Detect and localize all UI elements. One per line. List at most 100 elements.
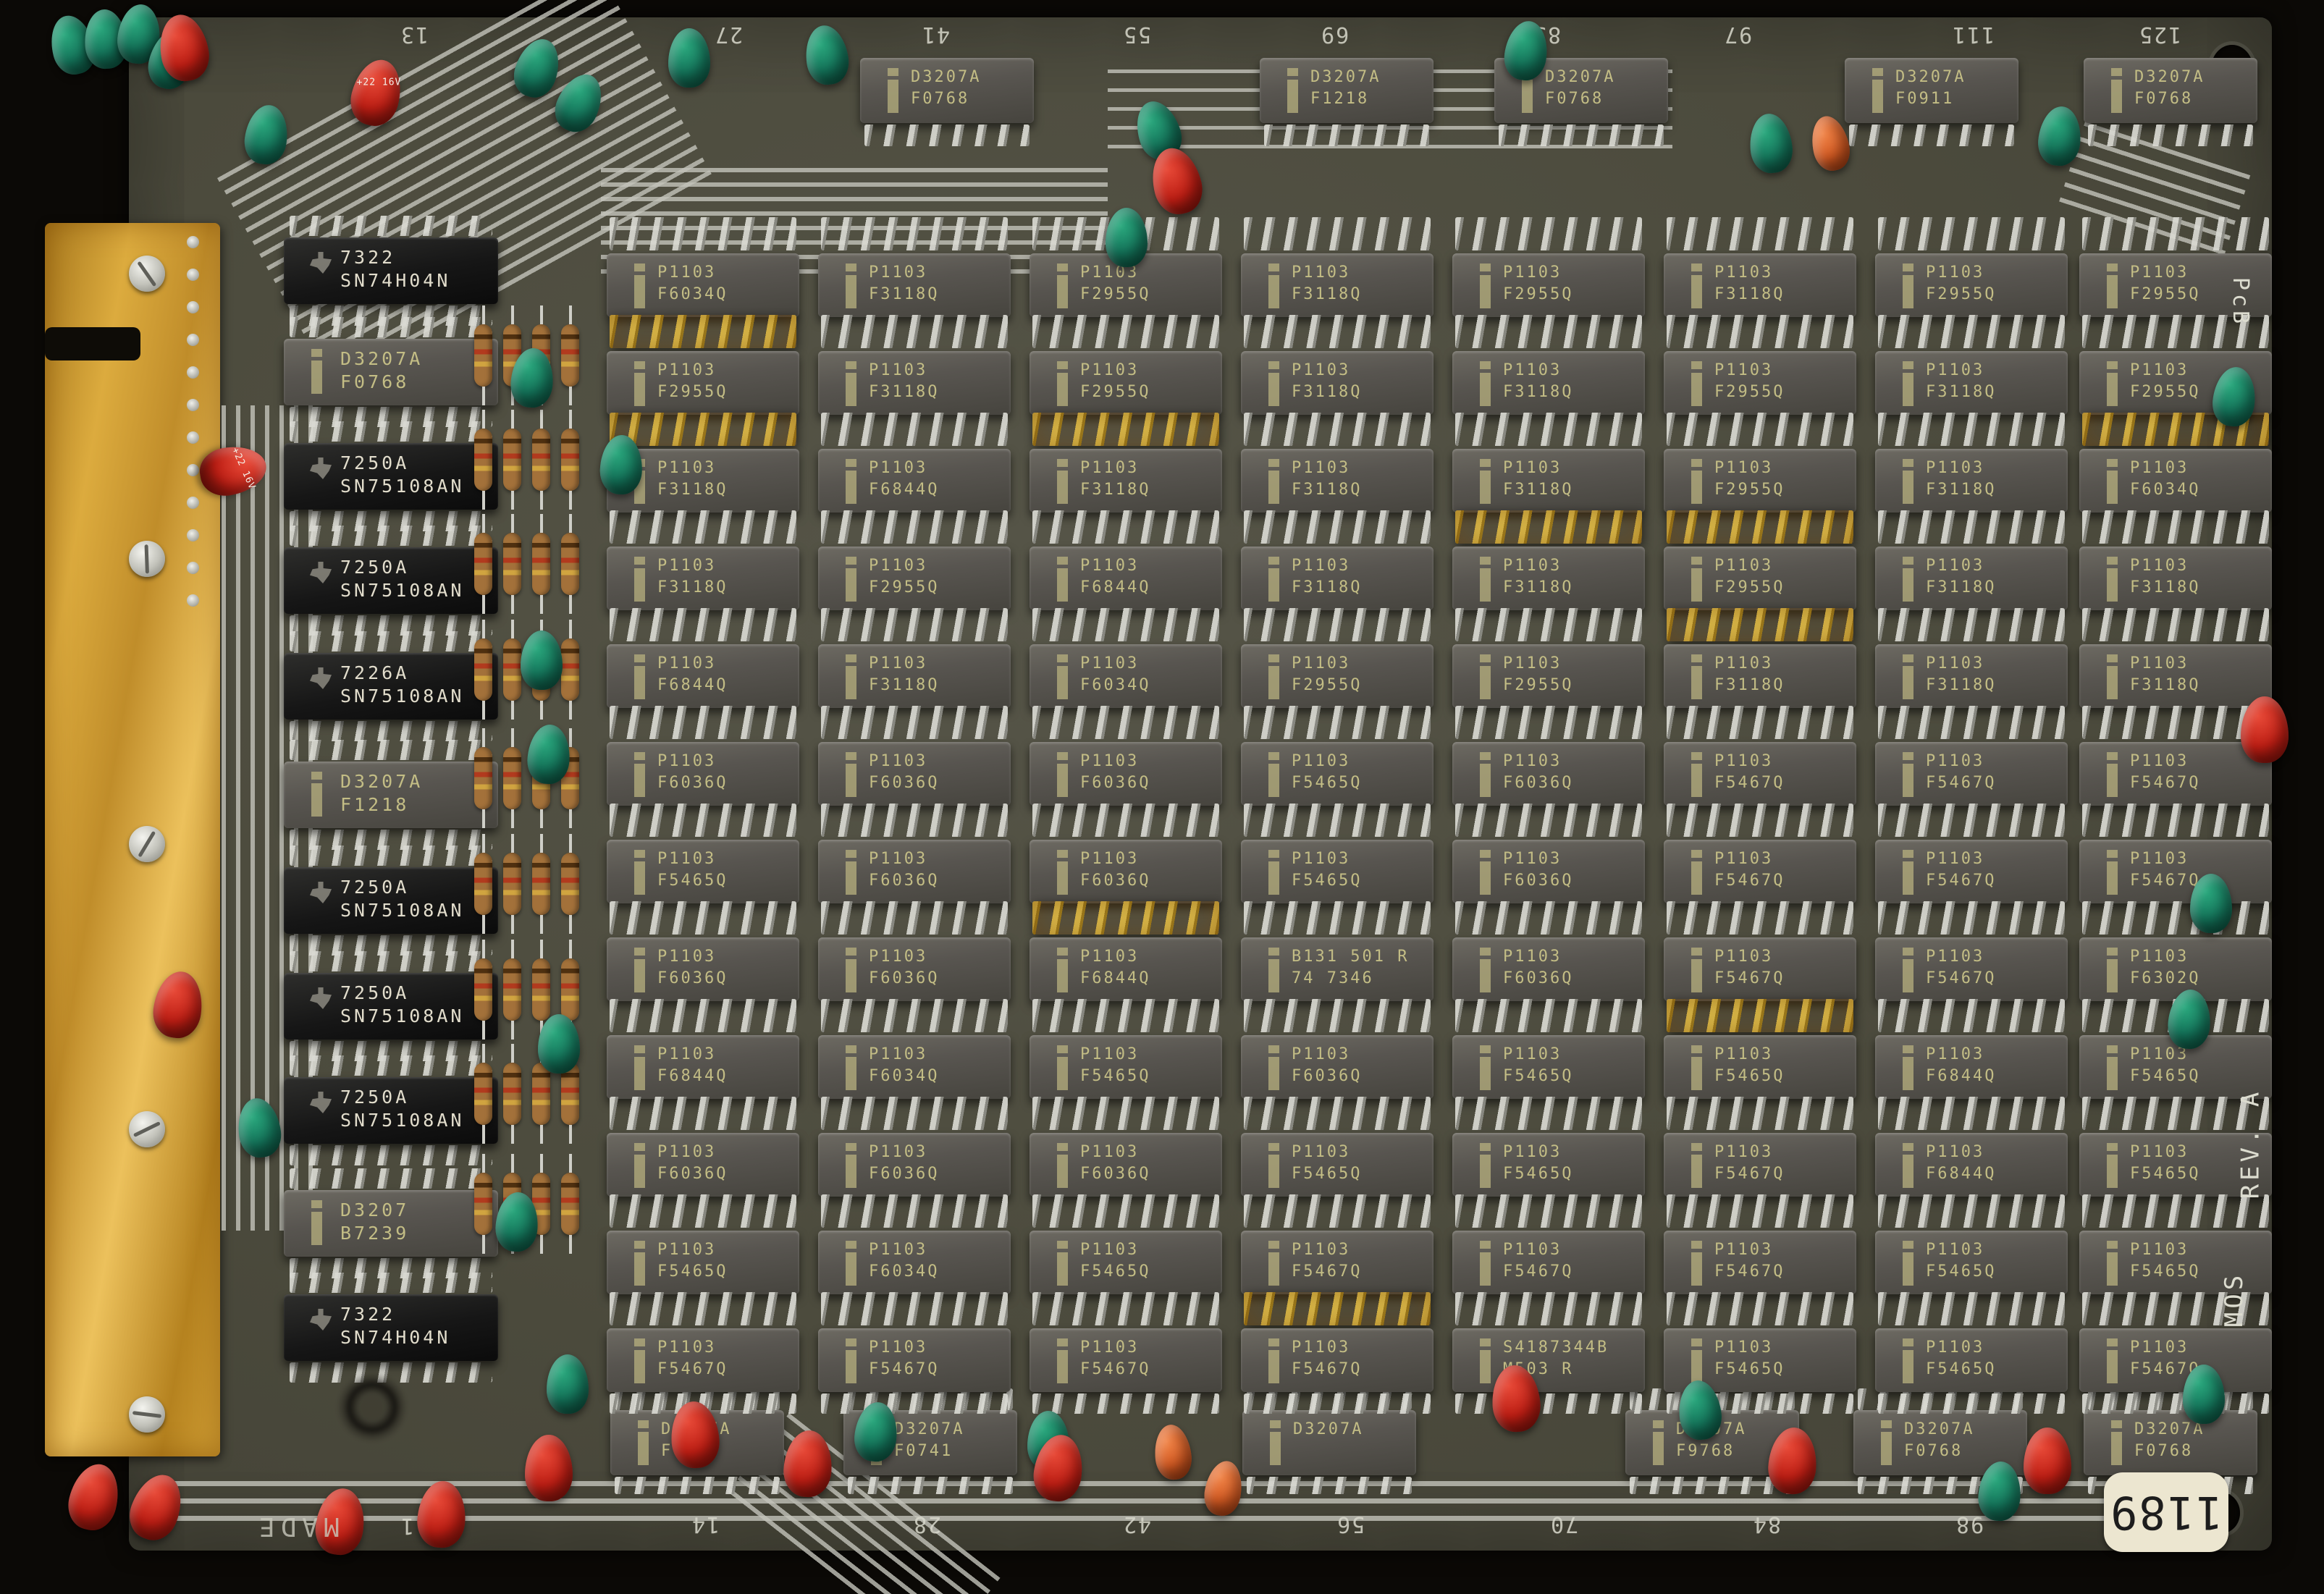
chip-label: P1103F3118Q (1292, 457, 1362, 501)
dip-leads (1878, 217, 2065, 250)
chip-line2: F6844Q (1080, 969, 1150, 987)
chip-label: P1103F3118Q (1926, 360, 1996, 403)
chip-line2: F5467Q (1926, 872, 1996, 890)
chip-label: P1103F5465Q (657, 1239, 728, 1283)
chip-label: P1103F5467Q (1714, 1142, 1785, 1185)
chip-label: P1103F5465Q (1292, 848, 1362, 892)
decoder-chip-top: D3207AF0911 (1845, 58, 2018, 123)
dram-chip: P1103F6844Q (1875, 1035, 2068, 1099)
intel-logo (1903, 764, 1913, 797)
chip-label: B131 501 R74 7346 (1292, 946, 1409, 990)
intel-logo (846, 1057, 856, 1090)
chip-line2: F6034Q (657, 285, 728, 303)
intel-logo (1480, 1057, 1491, 1090)
driver-chip: 7250ASN75108AN (284, 973, 498, 1040)
chip-line1: P1103 (1503, 752, 1562, 770)
chip-line2: F6036Q (1080, 872, 1150, 890)
intel-logo (1480, 1350, 1491, 1383)
dram-chip: P1103F2955Q (1030, 351, 1222, 415)
chip-line1: P1103 (1292, 654, 1350, 672)
chip-line2: F2955Q (1292, 676, 1362, 694)
dram-chip: P1103F6844Q (607, 644, 799, 708)
chip-label: P1103F5467Q (1926, 751, 1996, 794)
chip-label: P1103F5465Q (1080, 1239, 1150, 1283)
chip-label: P1103F5465Q (1503, 1142, 1573, 1185)
chip-line1: P1103 (1080, 1338, 1139, 1357)
dip-leads (1455, 510, 1642, 544)
chip-line2: F5465Q (1714, 1067, 1785, 1085)
intel-logo (2107, 275, 2118, 308)
chip-line2: F3118Q (869, 676, 939, 694)
intel-logo (1480, 1252, 1491, 1286)
chip-label: P1103F6844Q (1080, 946, 1150, 990)
dip-leads (610, 510, 796, 544)
ti-logo (310, 667, 332, 689)
intel-logo (1057, 1252, 1068, 1286)
chip-line2: SN74H04N (340, 1327, 450, 1348)
resistor (532, 958, 550, 1021)
dip-leads (1455, 1194, 1642, 1228)
edge-number-top: 13 (400, 22, 429, 47)
chip-line2: F0741 (894, 1442, 953, 1460)
chip-label: P1103F5467Q (2130, 751, 2200, 794)
dip-leads (1032, 1097, 1219, 1130)
dram-chip: P1103F5465Q (1030, 1035, 1222, 1099)
ink-stamp (337, 1372, 407, 1442)
chip-line2: F2955Q (1714, 383, 1785, 401)
resistor (474, 638, 492, 701)
chip-label: P1103F3118Q (2130, 653, 2200, 696)
dip-leads (1455, 413, 1642, 446)
chip-label: P1103F6036Q (657, 751, 728, 794)
capacitor-marking: +22 16V (355, 77, 403, 88)
intel-logo (1057, 1057, 1068, 1090)
dip-leads (1667, 999, 1853, 1032)
chip-line2: B7239 (340, 1223, 409, 1244)
connector-screw (129, 256, 165, 292)
intel-logo (1268, 275, 1279, 308)
decoder-chip-bottom: D3207AF0768 (2084, 1410, 2257, 1475)
chip-line2: F6302Q (2130, 969, 2200, 987)
intel-logo (1653, 1432, 1664, 1465)
dram-chip: P1103F3118Q (1241, 253, 1433, 317)
intel-logo (1691, 764, 1702, 797)
capacitor-tantalum-red (2241, 696, 2289, 763)
intel-logo (846, 1350, 856, 1383)
ti-logo (310, 1092, 332, 1113)
dip-leads (290, 216, 492, 236)
intel-logo (2107, 666, 2118, 699)
chip-line2: SN75108AN (340, 686, 464, 707)
intel-logo (1057, 471, 1068, 504)
chip-line2: F5467Q (1926, 774, 1996, 792)
dip-leads (821, 706, 1008, 739)
chip-line2: F3118Q (2130, 676, 2200, 694)
driver-chip: D3207AF1218 (284, 762, 498, 828)
chip-line2: F0911 (1895, 90, 1954, 108)
chip-label: P1103F5467Q (1080, 1337, 1150, 1380)
dip-leads (2088, 125, 2253, 146)
dip-leads (1244, 608, 1431, 641)
chip-line1: P1103 (869, 850, 927, 868)
dram-chip: P1103F3118Q (818, 644, 1011, 708)
connector-screw (129, 1111, 165, 1147)
dip-leads (1032, 510, 1219, 544)
chip-label: P1103F3118Q (869, 262, 939, 305)
intel-logo (1480, 1155, 1491, 1188)
chip-label: 7250ASN75108AN (340, 452, 464, 498)
dip-leads (1244, 217, 1431, 250)
chip-line1: P1103 (657, 1143, 716, 1161)
chip-line1: P1103 (1503, 1143, 1562, 1161)
chip-line1: P1103 (869, 361, 927, 379)
chip-line2: F2955Q (869, 578, 939, 596)
chip-line1: P1103 (1080, 850, 1139, 868)
via-pad (187, 399, 199, 411)
dip-leads (1244, 1292, 1431, 1325)
dip-leads (2082, 217, 2269, 250)
dram-chip: P1103F5467Q (1664, 742, 1856, 806)
chip-line1: P1103 (1503, 459, 1562, 477)
chip-line2: F5465Q (657, 872, 728, 890)
dip-leads (1667, 315, 1853, 348)
intel-logo (1268, 861, 1279, 895)
chip-label: P1103F5467Q (1714, 1239, 1785, 1283)
dip-leads (1455, 706, 1642, 739)
chip-line2: F6844Q (657, 1067, 728, 1085)
